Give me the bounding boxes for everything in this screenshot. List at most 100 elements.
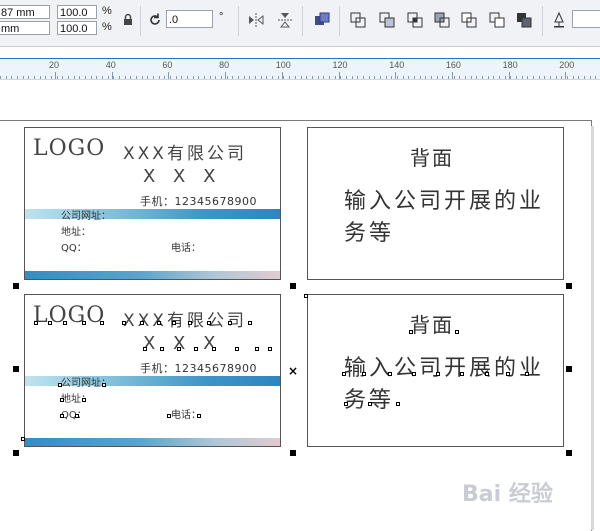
- text-node-handle[interactable]: [412, 372, 416, 376]
- text-node-handle[interactable]: [409, 330, 413, 334]
- text-node-handle[interactable]: [177, 347, 181, 351]
- outline-pen-icon[interactable]: [550, 11, 568, 29]
- text-node-handle[interactable]: [436, 372, 440, 376]
- percent-label-x: %: [102, 5, 112, 17]
- selection-handle[interactable]: [566, 283, 572, 289]
- text-node-handle[interactable]: [212, 347, 216, 351]
- lock-ratio-icon[interactable]: [119, 11, 137, 29]
- ruler-minor-tick: [278, 76, 279, 79]
- group-icon[interactable]: [313, 11, 331, 29]
- mirror-vertical-icon[interactable]: [276, 11, 294, 29]
- text-node-handle[interactable]: [368, 402, 372, 406]
- text-node-handle[interactable]: [342, 372, 346, 376]
- selection-handle[interactable]: [566, 450, 572, 456]
- selection-handle[interactable]: [290, 283, 296, 289]
- ruler-tick: [55, 72, 56, 79]
- text-node-handle[interactable]: [268, 347, 272, 351]
- text-node-handle[interactable]: [455, 330, 459, 334]
- selection-handle[interactable]: [290, 450, 296, 456]
- text-node-handle[interactable]: [100, 321, 104, 325]
- text-node-handle[interactable]: [172, 321, 176, 325]
- scale-x-field[interactable]: 100.0: [57, 5, 97, 19]
- text-node-handle[interactable]: [228, 321, 232, 325]
- text-node-handle[interactable]: [485, 372, 489, 376]
- ruler-minor-tick: [91, 76, 92, 79]
- text-node-handle[interactable]: [362, 372, 366, 376]
- text-node-handle[interactable]: [75, 414, 79, 418]
- text-node-handle[interactable]: [194, 347, 198, 351]
- ruler-minor-tick: [465, 76, 466, 79]
- text-node-handle[interactable]: [63, 321, 67, 325]
- ruler-minor-tick: [62, 76, 63, 79]
- object-height-field[interactable]: mm: [0, 21, 50, 35]
- ruler-minor-tick: [306, 76, 307, 79]
- front-minus-back-icon[interactable]: [460, 11, 478, 29]
- ruler-minor-tick: [340, 76, 341, 79]
- ruler-minor-tick: [28, 76, 29, 79]
- text-node-handle[interactable]: [48, 321, 52, 325]
- text-node-handle[interactable]: [102, 383, 106, 387]
- text-node-handle[interactable]: [248, 321, 252, 325]
- text-node-handle[interactable]: [344, 402, 348, 406]
- person-name: X X X: [143, 166, 222, 187]
- ruler-minor-tick: [289, 76, 290, 79]
- ruler-minor-tick: [130, 76, 131, 79]
- text-node-handle[interactable]: [506, 372, 510, 376]
- business-card-front[interactable]: LOGO XXX有限公司 X X X 手机：12345678900 公司网址： …: [24, 127, 281, 280]
- mirror-horizontal-icon[interactable]: [247, 11, 265, 29]
- text-node-handle[interactable]: [396, 402, 400, 406]
- object-width-field[interactable]: 87 mm: [0, 5, 50, 19]
- text-node-handle[interactable]: [160, 347, 164, 351]
- text-node-handle[interactable]: [140, 321, 144, 325]
- text-node-handle[interactable]: [34, 321, 38, 325]
- text-node-handle[interactable]: [82, 321, 86, 325]
- trim-icon[interactable]: [378, 11, 396, 29]
- text-node-handle[interactable]: [143, 347, 147, 351]
- simplify-icon[interactable]: [433, 11, 451, 29]
- text-node-handle[interactable]: [60, 414, 64, 418]
- business-card-back[interactable]: 背面 输入公司开展的业务等: [307, 127, 564, 280]
- text-node-handle[interactable]: [58, 383, 62, 387]
- weld-icon[interactable]: [349, 11, 367, 29]
- business-card-front-copy[interactable]: LOGO XXX有限公司 X X X 手机：12345678900 公司网址： …: [24, 294, 281, 447]
- ruler-label: 100: [275, 60, 291, 70]
- rotation-angle-field[interactable]: .0: [166, 10, 213, 28]
- scale-y-field[interactable]: 100.0: [57, 21, 97, 35]
- website-label: 公司网址：: [61, 211, 111, 222]
- back-minus-front-icon[interactable]: [488, 11, 506, 29]
- text-node-handle[interactable]: [157, 321, 161, 325]
- ruler-minor-tick: [578, 76, 579, 79]
- text-node-handle[interactable]: [460, 372, 464, 376]
- text-node-handle[interactable]: [167, 414, 171, 418]
- text-node-handle[interactable]: [207, 321, 211, 325]
- ruler-minor-tick: [57, 76, 58, 79]
- selection-handle[interactable]: [13, 283, 19, 289]
- text-node-handle[interactable]: [304, 294, 308, 298]
- ruler-minor-tick: [295, 76, 296, 79]
- text-node-handle[interactable]: [525, 372, 529, 376]
- selection-handle[interactable]: [566, 366, 572, 372]
- ruler-minor-tick: [482, 76, 483, 79]
- text-node-handle[interactable]: [388, 372, 392, 376]
- selection-handle[interactable]: [13, 366, 19, 372]
- text-node-handle[interactable]: [188, 321, 192, 325]
- horizontal-ruler[interactable]: 20 40 60 80 100 120 140 160 180 200: [0, 58, 600, 80]
- outline-width-field[interactable]: [572, 10, 600, 28]
- qq-label: QQ：: [61, 243, 87, 254]
- text-node-handle[interactable]: [235, 347, 239, 351]
- text-node-handle[interactable]: [82, 398, 86, 402]
- business-card-back-copy[interactable]: 背面 输入公司开展的业务等: [307, 294, 564, 447]
- logo-text: LOGO: [33, 303, 106, 328]
- ruler-minor-tick: [227, 76, 228, 79]
- text-node-handle[interactable]: [21, 437, 25, 441]
- text-node-handle[interactable]: [197, 414, 201, 418]
- intersect-icon[interactable]: [406, 11, 424, 29]
- text-node-handle[interactable]: [255, 347, 259, 351]
- selection-center-marker[interactable]: ×: [288, 365, 298, 377]
- text-node-handle[interactable]: [122, 321, 126, 325]
- selection-handle[interactable]: [13, 450, 19, 456]
- boundary-icon[interactable]: [515, 11, 533, 29]
- ruler-tick: [225, 72, 227, 79]
- text-node-handle[interactable]: [60, 398, 64, 402]
- ruler-minor-tick: [272, 76, 273, 79]
